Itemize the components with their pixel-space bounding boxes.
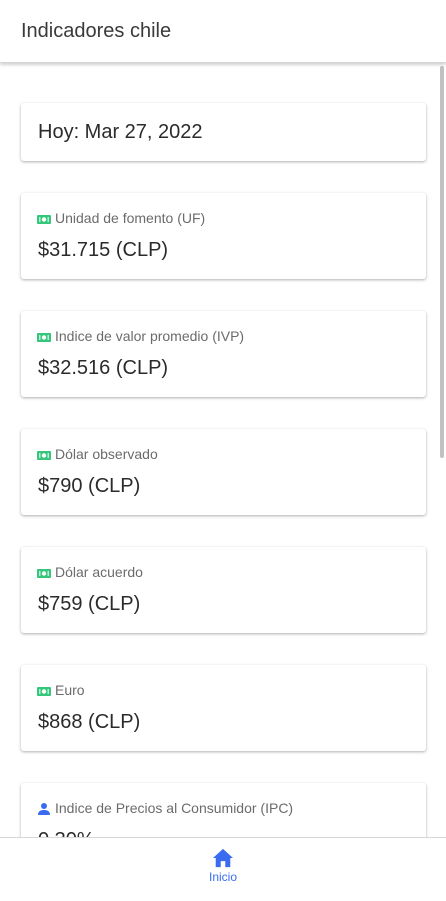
home-icon xyxy=(213,848,233,868)
indicator-card[interactable]: Dólar acuerdo $759 (CLP) xyxy=(21,547,426,633)
nav-item-inicio[interactable]: Inicio xyxy=(193,846,253,894)
money-icon xyxy=(37,330,52,342)
indicator-label-row: Dólar acuerdo xyxy=(37,564,143,580)
indicator-card[interactable]: Indice de valor promedio (IVP) $32.516 (C… xyxy=(21,311,426,397)
indicator-label: Euro xyxy=(55,682,85,698)
indicator-label-row: Indice de valor promedio (IVP) xyxy=(37,328,244,344)
indicator-value: $32.516 (CLP) xyxy=(38,357,169,379)
indicator-label-row: Indice de Precios al Consumidor (IPC) xyxy=(37,800,293,816)
indicator-value: $31.715 (CLP) xyxy=(38,239,169,261)
indicator-value: $759 (CLP) xyxy=(38,593,141,615)
indicator-label: Indice de Precios al Consumidor (IPC) xyxy=(55,800,294,816)
money-icon xyxy=(37,566,52,578)
person-icon xyxy=(37,802,52,815)
indicator-label-row: Unidad de fomento (UF) xyxy=(37,210,205,226)
indicator-value: 0.30% xyxy=(38,829,95,837)
bottom-navigation: Inicio xyxy=(0,837,446,901)
indicator-value: $790 (CLP) xyxy=(38,475,141,497)
date-text: Hoy: Mar 27, 2022 xyxy=(38,121,203,143)
indicator-card[interactable]: Euro $868 (CLP) xyxy=(21,665,426,751)
indicator-card[interactable]: Indice de Precios al Consumidor (IPC) 0.3… xyxy=(21,783,426,837)
money-icon xyxy=(37,448,52,460)
scrollbar[interactable] xyxy=(440,66,444,458)
indicator-label-row: Dólar observado xyxy=(37,446,158,462)
nav-label-inicio: Inicio xyxy=(208,870,237,884)
date-card: Hoy: Mar 27, 2022 xyxy=(21,103,426,161)
indicator-value: $868 (CLP) xyxy=(38,711,141,733)
app-bar: Indicadores chile xyxy=(0,0,446,63)
money-icon xyxy=(37,212,52,224)
money-icon xyxy=(37,684,52,696)
indicator-list[interactable]: Hoy: Mar 27, 2022 Unidad de fomento (UF)… xyxy=(0,63,446,837)
indicator-label-row: Euro xyxy=(37,682,85,698)
indicator-label: Dólar observado xyxy=(55,446,158,462)
indicator-card[interactable]: Unidad de fomento (UF) $31.715 (CLP) xyxy=(21,193,426,279)
indicator-label: Unidad de fomento (UF) xyxy=(55,210,206,226)
indicator-card[interactable]: Dólar observado $790 (CLP) xyxy=(21,429,426,515)
app-title: Indicadores chile xyxy=(21,20,172,42)
indicator-label: Dólar acuerdo xyxy=(55,564,143,580)
indicator-label: Indice de valor promedio (IVP) xyxy=(55,328,245,344)
